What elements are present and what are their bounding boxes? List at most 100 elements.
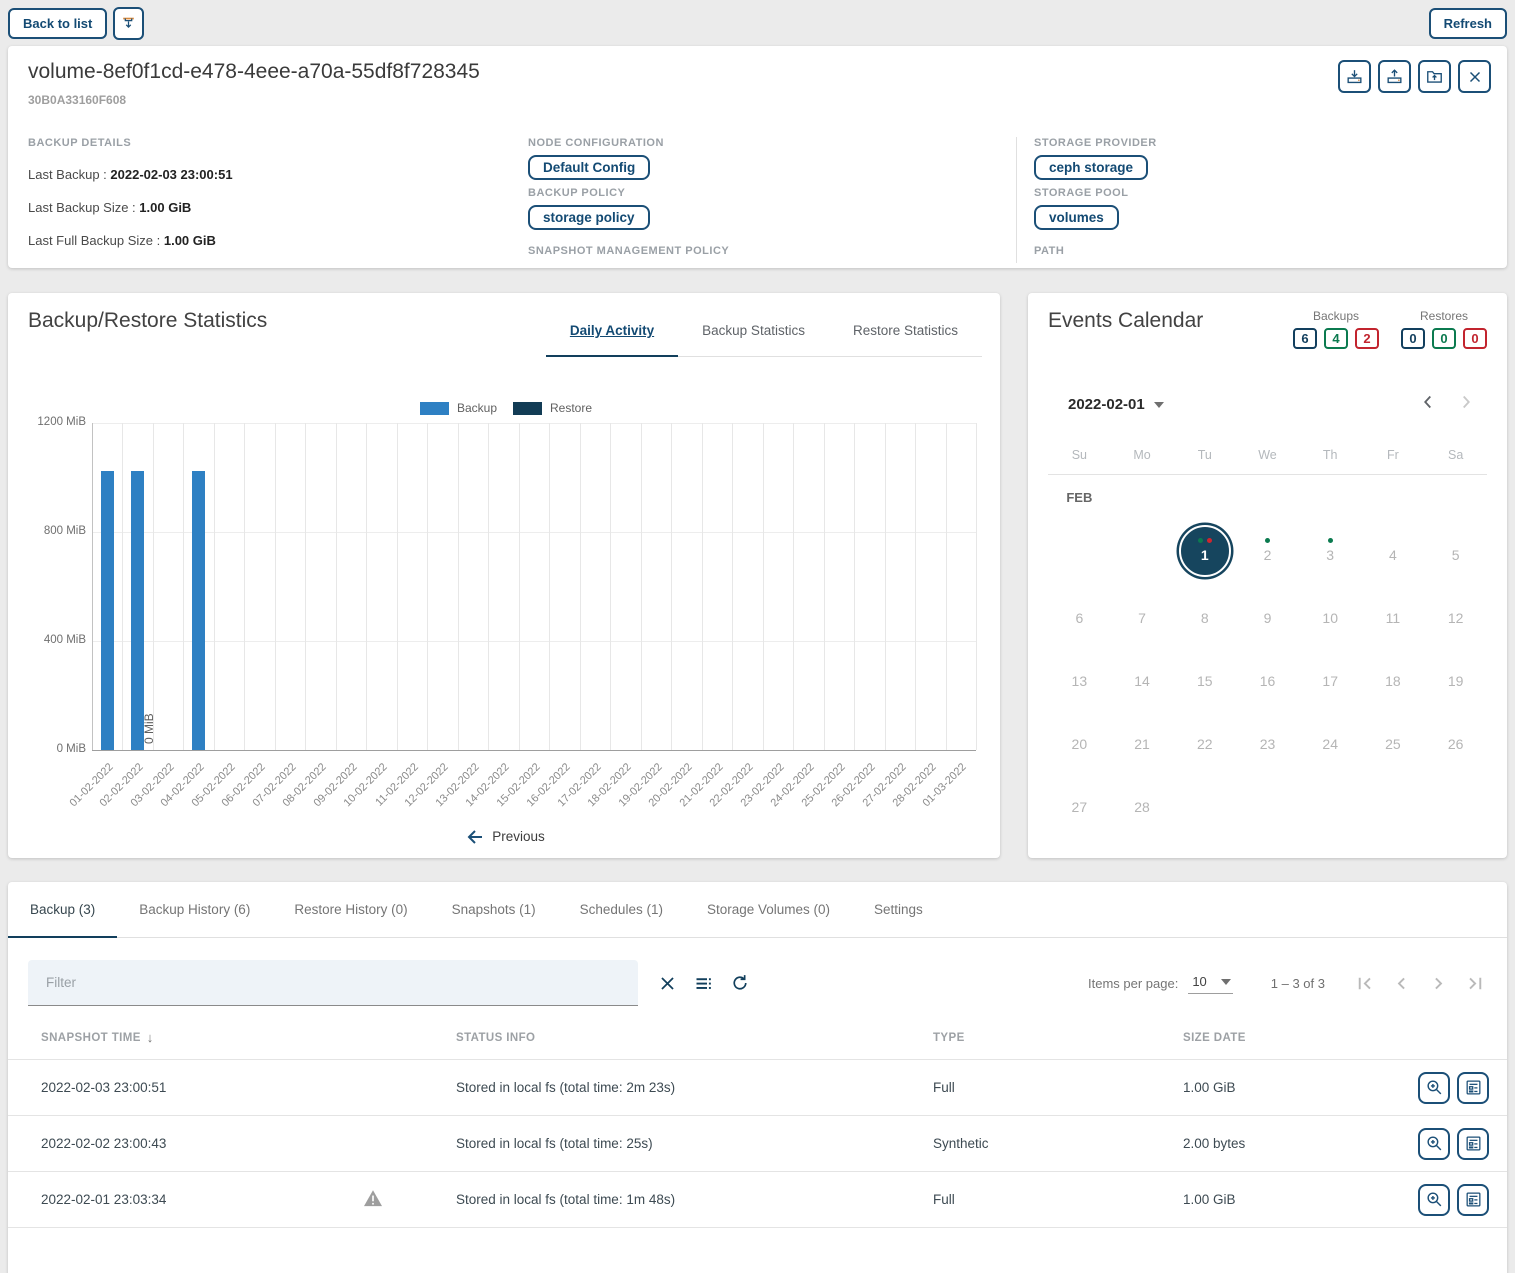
calendar-day-11[interactable]: 11 (1362, 582, 1425, 645)
calendar-day-8[interactable]: 8 (1173, 582, 1236, 645)
columns-menu-button[interactable] (693, 973, 714, 994)
weekday-label: We (1236, 448, 1299, 462)
calendar-day-23[interactable]: 23 (1236, 708, 1299, 771)
delete-button[interactable] (1458, 60, 1491, 93)
row-actions (1413, 1128, 1507, 1160)
restores-count-badge: 0 (1401, 328, 1425, 349)
page-title: volume-8ef0f1cd-e478-4eee-a70a-55df8f728… (28, 60, 480, 84)
backup-report-button[interactable] (1457, 1184, 1489, 1216)
items-per-page-select[interactable]: 10 (1188, 972, 1232, 994)
calendar-day-6[interactable]: 6 (1048, 582, 1111, 645)
calendar-day-3[interactable]: 3 (1299, 519, 1362, 582)
calendar-day-19[interactable]: 19 (1424, 645, 1487, 708)
clear-filter-button[interactable] (658, 974, 677, 993)
calendar-day-15[interactable]: 15 (1173, 645, 1236, 708)
calendar-day-25[interactable]: 25 (1362, 708, 1425, 771)
column-status-info[interactable]: Status info (456, 1032, 933, 1044)
column-snapshot-time[interactable]: Snapshot time ↓ (41, 1030, 363, 1045)
calendar-prev-button[interactable] (1417, 391, 1439, 418)
restores-badge-group: Restores 000 (1401, 309, 1487, 349)
backup-now-button[interactable] (1338, 60, 1371, 93)
node-config-chip[interactable]: Default Config (528, 155, 650, 180)
backup-policy-chip[interactable]: storage policy (528, 205, 650, 230)
bar-chart: 0 MiB400 MiB800 MiB1200 MiB0 MiB (92, 423, 976, 751)
detail-tabs-card: Backup (3)Backup History (6)Restore Hist… (8, 882, 1507, 1273)
calendar-day-5[interactable]: 5 (1424, 519, 1487, 582)
calendar-day-24[interactable]: 24 (1299, 708, 1362, 771)
calendar-day-7[interactable]: 7 (1111, 582, 1174, 645)
calendar-day-26[interactable]: 26 (1424, 708, 1487, 771)
table-row: 2022-02-01 23:03:34Stored in local fs (t… (8, 1172, 1507, 1228)
backup-report-button[interactable] (1457, 1072, 1489, 1104)
stat-tab-backup-statistics[interactable]: Backup Statistics (678, 309, 829, 356)
calendar-day-18[interactable]: 18 (1362, 645, 1425, 708)
inspect-backup-button[interactable] (1418, 1072, 1450, 1104)
tab-backup-history-6-[interactable]: Backup History (6) (117, 882, 272, 937)
calendar-day-21[interactable]: 21 (1111, 708, 1174, 771)
column-type[interactable]: Type (933, 1032, 1183, 1044)
volume-details-card: volume-8ef0f1cd-e478-4eee-a70a-55df8f728… (8, 46, 1507, 268)
zero-value-label: 0 MiB (142, 713, 156, 744)
tab-restore-history-0-[interactable]: Restore History (0) (272, 882, 429, 937)
calendar-day-4[interactable]: 4 (1362, 519, 1425, 582)
tab-schedules-1-[interactable]: Schedules (1) (558, 882, 685, 937)
calendar-day-13[interactable]: 13 (1048, 645, 1111, 708)
previous-page-button[interactable] (1390, 972, 1413, 995)
calendar-empty-cell (1111, 519, 1174, 582)
paginator: Items per page: 10 1 – 3 of 3 (1088, 972, 1487, 995)
calendar-day-28[interactable]: 28 (1111, 771, 1174, 834)
cell-type: Synthetic (933, 1136, 1183, 1151)
next-page-button[interactable] (1427, 972, 1450, 995)
calendar-day-16[interactable]: 16 (1236, 645, 1299, 708)
storage-section: Storage provider ceph storage Storage po… (1016, 137, 1456, 263)
calendar-next-button[interactable] (1455, 391, 1477, 418)
reload-table-button[interactable] (730, 973, 750, 993)
legend-backup: Backup (420, 401, 497, 415)
weekday-label: Mo (1111, 448, 1174, 462)
inspect-backup-button[interactable] (1418, 1184, 1450, 1216)
back-to-list-button[interactable]: Back to list (8, 8, 107, 39)
tab-backup-3-[interactable]: Backup (3) (8, 882, 117, 937)
statistics-title: Backup/Restore Statistics (28, 309, 267, 333)
tab-storage-volumes-0-[interactable]: Storage Volumes (0) (685, 882, 852, 937)
last-backup-row: Last Backup : 2022-02-03 23:00:51 (28, 167, 528, 182)
backup-bar (101, 471, 114, 750)
mount-button[interactable] (1418, 60, 1451, 93)
inspect-backup-button[interactable] (1418, 1128, 1450, 1160)
row-actions (1413, 1184, 1507, 1216)
filter-field[interactable] (28, 960, 638, 1006)
calendar-empty-cell (1299, 771, 1362, 834)
calendar-day-12[interactable]: 12 (1424, 582, 1487, 645)
last-page-button[interactable] (1464, 972, 1487, 995)
filter-input[interactable] (44, 974, 622, 991)
calendar-day-10[interactable]: 10 (1299, 582, 1362, 645)
tab-settings[interactable]: Settings (852, 882, 945, 937)
calendar-day-22[interactable]: 22 (1173, 708, 1236, 771)
refresh-button[interactable]: Refresh (1429, 8, 1507, 39)
calendar-day-14[interactable]: 14 (1111, 645, 1174, 708)
calendar-day-1[interactable]: 1 (1173, 519, 1236, 582)
calendar-day-17[interactable]: 17 (1299, 645, 1362, 708)
chart-previous-button[interactable]: Previous (28, 829, 984, 844)
calendar-day-27[interactable]: 27 (1048, 771, 1111, 834)
calendar-day-20[interactable]: 20 (1048, 708, 1111, 771)
restore-button[interactable] (1378, 60, 1411, 93)
backups-count-badge: 2 (1355, 328, 1379, 349)
stat-tab-daily-activity[interactable]: Daily Activity (546, 309, 678, 356)
calendar-day-9[interactable]: 9 (1236, 582, 1299, 645)
first-page-button[interactable] (1353, 972, 1376, 995)
weekday-label: Th (1299, 448, 1362, 462)
backup-policy-label: Backup policy (528, 187, 1016, 199)
path-label: Path (1034, 245, 1456, 257)
backup-report-button[interactable] (1457, 1128, 1489, 1160)
storage-pool-chip[interactable]: volumes (1034, 205, 1119, 230)
tab-snapshots-1-[interactable]: Snapshots (1) (430, 882, 558, 937)
calendar-date-dropdown[interactable]: 2022-02-01 (1068, 396, 1164, 413)
storage-provider-chip[interactable]: ceph storage (1034, 155, 1148, 180)
calendar-day-2[interactable]: 2 (1236, 519, 1299, 582)
chevron-down-icon (1221, 979, 1231, 985)
stat-tab-restore-statistics[interactable]: Restore Statistics (829, 309, 982, 356)
statistics-tabs: Daily ActivityBackup StatisticsRestore S… (546, 309, 982, 357)
export-button[interactable] (113, 7, 144, 40)
column-size-date[interactable]: Size date (1183, 1032, 1413, 1044)
